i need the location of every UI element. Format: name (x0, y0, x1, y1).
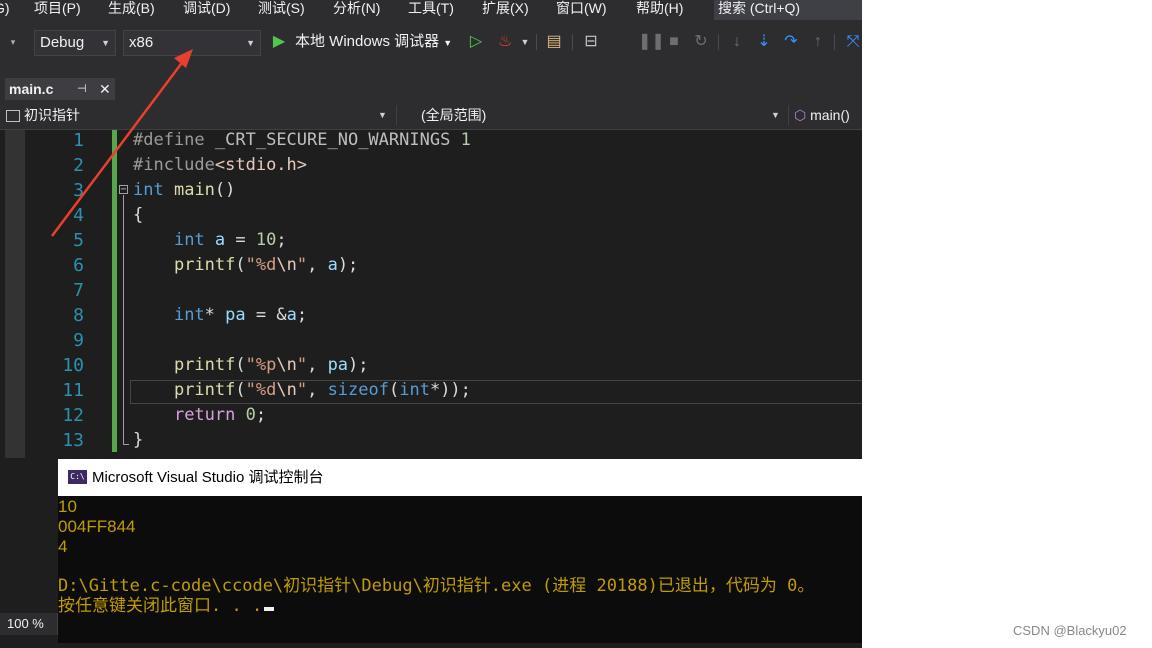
annotation-arrow-head (174, 49, 193, 68)
watermark: CSDN @Blackyu02 (1013, 623, 1127, 638)
annotation-arrow (51, 49, 193, 237)
annotation-arrow-line (51, 59, 185, 237)
